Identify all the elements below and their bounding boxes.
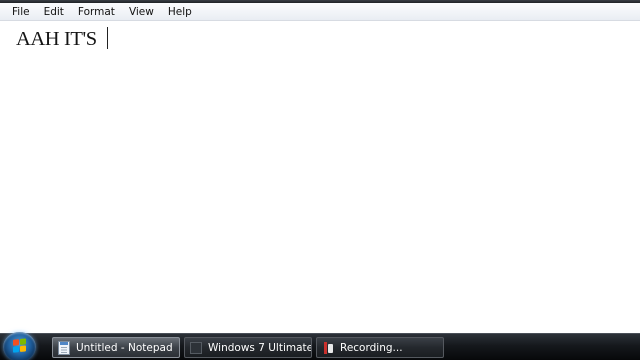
text-caret bbox=[106, 27, 108, 49]
notepad-window: File Edit Format View Help AAH IT'S bbox=[0, 0, 640, 333]
editor-text: AAH IT'S bbox=[16, 28, 102, 50]
menu-view[interactable]: View bbox=[122, 4, 161, 20]
taskbar-button-label: Untitled - Notepad bbox=[76, 341, 173, 354]
start-button[interactable] bbox=[3, 332, 36, 360]
menu-help[interactable]: Help bbox=[161, 4, 199, 20]
window-icon bbox=[190, 341, 202, 354]
record-icon bbox=[322, 341, 334, 355]
text-editor-area[interactable]: AAH IT'S bbox=[0, 22, 640, 333]
menu-edit[interactable]: Edit bbox=[37, 4, 71, 20]
taskbar-button-label: Windows 7 Ultimate ... bbox=[208, 341, 312, 354]
editor-content-line: AAH IT'S bbox=[16, 27, 108, 51]
notepad-icon bbox=[58, 340, 70, 355]
taskbar: Untitled - Notepad Windows 7 Ultimate ..… bbox=[0, 332, 640, 360]
taskbar-button-recording[interactable]: Recording... bbox=[316, 337, 444, 358]
taskbar-button-label: Recording... bbox=[340, 341, 403, 354]
menu-file[interactable]: File bbox=[5, 4, 37, 20]
menu-bar: File Edit Format View Help bbox=[0, 3, 640, 21]
taskbar-button-windows7[interactable]: Windows 7 Ultimate ... bbox=[184, 337, 312, 358]
menu-format[interactable]: Format bbox=[71, 4, 122, 20]
windows-logo-icon bbox=[13, 338, 27, 353]
taskbar-button-notepad[interactable]: Untitled - Notepad bbox=[52, 337, 180, 358]
